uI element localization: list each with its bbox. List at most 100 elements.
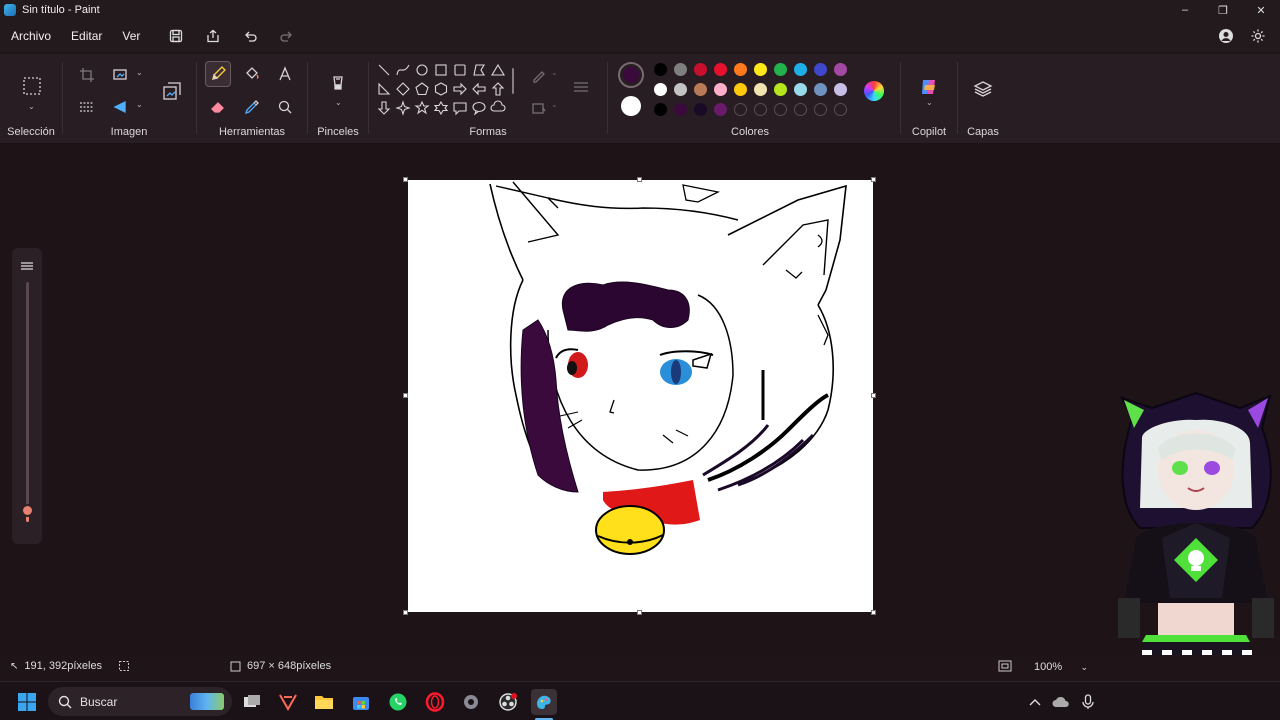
rect-callout-shape-icon[interactable] [452,100,468,116]
crop-icon[interactable] [74,62,100,88]
hexagon-shape-icon[interactable] [433,81,449,97]
triangle-shape-icon[interactable] [490,62,506,78]
opera-icon[interactable] [422,689,448,715]
obs-icon[interactable] [495,689,521,715]
rounded-rectangle-shape-icon[interactable] [452,62,468,78]
color-swatch[interactable] [714,83,727,96]
eraser-icon[interactable] [205,94,231,120]
left-arrow-shape-icon[interactable] [471,81,487,97]
oval-callout-shape-icon[interactable] [471,100,487,116]
color-swatch[interactable] [654,103,667,116]
custom-color-slot[interactable] [794,103,807,116]
redo-icon[interactable] [275,24,299,48]
resize-handle[interactable] [637,610,642,615]
menu-ver[interactable]: Ver [112,22,150,50]
resize-handle[interactable] [871,393,876,398]
color-swatch[interactable] [754,63,767,76]
start-icon[interactable] [14,689,40,715]
zoom-level-select[interactable]: 100% ⌄ [1024,657,1098,677]
resize-handle[interactable] [871,177,876,182]
curve-shape-icon[interactable] [395,62,411,78]
cloud-callout-shape-icon[interactable] [490,100,506,116]
chevron-down-icon[interactable]: ⌄ [28,102,35,111]
minimize-button[interactable]: – [1166,0,1204,20]
remove-background-icon[interactable] [74,94,100,120]
fill-icon[interactable] [526,95,552,121]
color-swatch[interactable] [734,83,747,96]
text-icon[interactable] [272,61,298,87]
color-swatch[interactable] [654,83,667,96]
chevron-down-icon[interactable]: ⌄ [136,68,143,77]
custom-color-slot[interactable] [814,103,827,116]
color-swatch[interactable] [674,103,687,116]
store-icon[interactable] [348,689,374,715]
color-picker-icon[interactable] [239,94,265,120]
widgets-icon[interactable] [190,693,224,710]
maximize-button[interactable]: ❐ [1204,0,1242,20]
custom-color-slot[interactable] [734,103,747,116]
zoom-slider-track[interactable] [26,282,29,522]
color-swatch[interactable] [674,63,687,76]
color-swatch[interactable] [754,83,767,96]
settings-icon[interactable] [458,689,484,715]
resize-handle[interactable] [637,177,642,182]
color-swatch[interactable] [674,83,687,96]
color-swatch[interactable] [814,63,827,76]
diamond-shape-icon[interactable] [395,81,411,97]
select-rectangle-icon[interactable] [18,72,46,100]
color-swatch[interactable] [714,63,727,76]
undo-icon[interactable] [238,24,262,48]
share-icon[interactable] [201,24,225,48]
fit-to-window-icon[interactable] [998,660,1012,672]
six-point-star-shape-icon[interactable] [433,100,449,116]
color-swatch[interactable] [834,63,847,76]
line-width-icon[interactable] [568,74,594,100]
rectangle-shape-icon[interactable] [433,62,449,78]
vivaldi-icon[interactable] [275,689,301,715]
right-arrow-shape-icon[interactable] [452,81,468,97]
menu-archivo[interactable]: Archivo [0,22,61,50]
outline-icon[interactable] [526,63,552,89]
paint-icon[interactable] [531,689,557,715]
chevron-down-icon[interactable]: ⌄ [136,100,143,109]
cloud-sync-icon[interactable] [1048,689,1074,715]
settings-icon[interactable] [1246,24,1270,48]
brush-icon[interactable] [325,72,351,98]
line-shape-icon[interactable] [376,62,392,78]
magnifier-icon[interactable] [272,94,298,120]
five-point-star-shape-icon[interactable] [414,100,430,116]
resize-image-icon[interactable] [108,62,134,88]
resize-handle[interactable] [403,610,408,615]
chevron-down-icon[interactable]: ⌄ [551,68,558,77]
zoom-slider-thumb[interactable] [21,504,34,517]
resize-handle[interactable] [871,610,876,615]
microphone-icon[interactable] [1075,689,1101,715]
resize-handle[interactable] [403,177,408,182]
file-explorer-icon[interactable] [311,689,337,715]
color-swatch[interactable] [774,83,787,96]
down-arrow-shape-icon[interactable] [376,100,392,116]
color-swatch[interactable] [814,83,827,96]
color-swatch[interactable] [794,63,807,76]
fill-bucket-icon[interactable] [239,61,265,87]
four-point-star-shape-icon[interactable] [395,100,411,116]
edit-colors-icon[interactable] [864,81,884,101]
taskbar-search-box[interactable]: Buscar [48,687,232,716]
up-arrow-shape-icon[interactable] [490,81,506,97]
custom-color-slot[interactable] [774,103,787,116]
color-swatch[interactable] [714,103,727,116]
save-icon[interactable] [164,24,188,48]
custom-color-slot[interactable] [834,103,847,116]
account-icon[interactable] [1214,24,1238,48]
chevron-down-icon[interactable]: ⌄ [926,98,933,107]
primary-color-swatch[interactable] [618,62,644,88]
pentagon-shape-icon[interactable] [414,81,430,97]
color-swatch[interactable] [694,83,707,96]
drawing-canvas[interactable] [408,180,873,612]
layers-icon[interactable] [970,76,996,102]
pencil-icon[interactable] [205,61,231,87]
color-swatch[interactable] [774,63,787,76]
copilot-icon[interactable] [916,74,942,100]
color-swatch[interactable] [694,63,707,76]
color-swatch[interactable] [794,83,807,96]
